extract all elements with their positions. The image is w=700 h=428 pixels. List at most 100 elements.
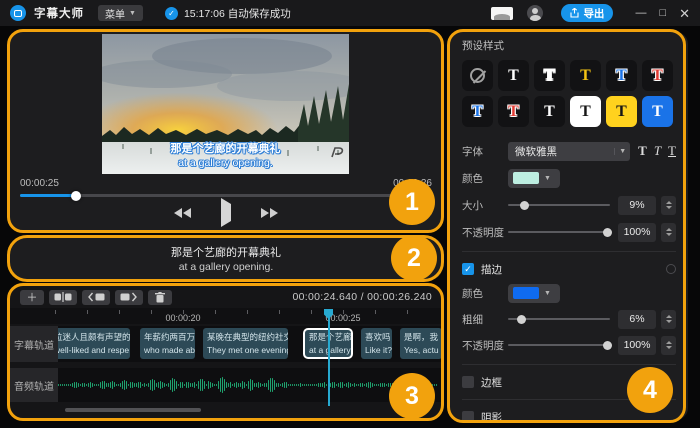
timeline-ruler[interactable]: 00:00:2000:00:25 bbox=[10, 308, 442, 324]
player-time-row: 00:00:25 00:03:26 bbox=[20, 178, 432, 189]
stroke-opacity-value[interactable]: 100% bbox=[618, 336, 656, 355]
opacity-label: 不透明度 bbox=[462, 225, 508, 240]
play-button[interactable] bbox=[221, 204, 231, 222]
preset-grid: TTTTTTTTTTT bbox=[462, 60, 676, 127]
subtitle-clip-1[interactable]: 位迷人且颇有声望的well-liked and respe bbox=[58, 328, 130, 359]
audio-waveform-area[interactable] bbox=[58, 368, 442, 402]
size-slider[interactable] bbox=[508, 204, 610, 206]
chevron-down-icon: ▼ bbox=[544, 175, 551, 182]
preset-style-10[interactable]: T bbox=[570, 96, 601, 127]
progress-thumb[interactable] bbox=[71, 191, 81, 201]
preset-T-glyph: T bbox=[652, 67, 663, 85]
preset-style-12[interactable]: T bbox=[642, 96, 673, 127]
opacity-slider[interactable] bbox=[508, 231, 610, 233]
reset-icon[interactable] bbox=[666, 264, 676, 274]
avatar-icon[interactable] bbox=[527, 5, 543, 21]
maximize-icon[interactable]: □ bbox=[659, 8, 666, 19]
waveform bbox=[58, 368, 442, 402]
minimize-icon[interactable]: — bbox=[635, 8, 646, 19]
export-button[interactable]: 导出 bbox=[561, 4, 613, 22]
delete-subtitle-button[interactable] bbox=[148, 290, 172, 305]
app-title: 字幕大师 bbox=[34, 5, 84, 21]
forward-button[interactable] bbox=[261, 208, 278, 218]
border-checkbox[interactable] bbox=[462, 376, 474, 388]
snapshot-icon[interactable] bbox=[491, 7, 513, 20]
size-label: 大小 bbox=[462, 198, 508, 213]
split-subtitle-button[interactable] bbox=[49, 290, 77, 305]
shadow-checkbox[interactable] bbox=[462, 411, 474, 420]
clip-text-en: Like it? bbox=[365, 344, 388, 356]
merge-next-icon bbox=[120, 292, 138, 302]
stroke-checkbox[interactable]: ✓ bbox=[462, 263, 474, 275]
autosave-check-icon: ✓ bbox=[165, 7, 178, 20]
subtitle-clip-6[interactable]: 是啊，我Yes, actu bbox=[400, 328, 442, 359]
preset-style-6[interactable]: T bbox=[642, 60, 673, 91]
preset-style-1[interactable] bbox=[462, 60, 493, 91]
subtitle-clip-5[interactable]: 喜欢吗Like it? bbox=[361, 328, 392, 359]
playhead-line bbox=[328, 310, 330, 406]
stroke-weight-thumb[interactable] bbox=[517, 315, 526, 324]
preset-T-glyph: T bbox=[580, 103, 591, 121]
preset-style-2[interactable]: T bbox=[498, 60, 529, 91]
ruler-tick bbox=[119, 310, 120, 314]
text-color-picker[interactable]: ▼ bbox=[508, 169, 560, 188]
opacity-stepper[interactable] bbox=[661, 223, 676, 242]
italic-icon[interactable]: T bbox=[654, 143, 661, 159]
add-subtitle-button[interactable]: ＋ bbox=[20, 290, 44, 305]
ruler-tick bbox=[55, 310, 56, 314]
clip-text-en: who made ab bbox=[144, 344, 191, 356]
video-preview[interactable]: 那是个艺廊的开幕典礼 at a gallery opening. bbox=[102, 34, 349, 174]
chevron-down-icon: ▼ bbox=[544, 290, 551, 297]
stroke-weight-label: 粗细 bbox=[462, 312, 508, 327]
shadow-label: 阴影 bbox=[481, 410, 502, 421]
border-label: 边框 bbox=[481, 375, 502, 390]
window-controls: — □ ✕ bbox=[635, 7, 690, 20]
merge-previous-button[interactable] bbox=[82, 290, 110, 305]
chevron-down-icon: ▼ bbox=[614, 148, 626, 155]
preset-style-5[interactable]: T bbox=[606, 60, 637, 91]
opacity-slider-thumb[interactable] bbox=[603, 228, 612, 237]
rewind-button[interactable] bbox=[174, 208, 191, 218]
app-logo-icon bbox=[10, 5, 26, 21]
preset-style-4[interactable]: T bbox=[570, 60, 601, 91]
size-stepper[interactable] bbox=[661, 196, 676, 215]
timeline-scrollbar[interactable] bbox=[65, 408, 201, 412]
clip-text-en: They met one evening bbox=[207, 344, 284, 356]
close-icon[interactable]: ✕ bbox=[679, 7, 690, 20]
subtitle-text-panel[interactable]: 那是个艺廊的开幕典礼 at a gallery opening. bbox=[10, 238, 442, 279]
split-icon bbox=[54, 292, 72, 302]
subtitle-editor-zh: 那是个艺廊的开幕典礼 bbox=[171, 244, 281, 260]
opacity-value[interactable]: 100% bbox=[618, 223, 656, 242]
fullscreen-icon[interactable] bbox=[420, 210, 432, 222]
subtitle-track: 字幕轨道 位迷人且颇有声望的well-liked and respe年薪约两百万… bbox=[10, 326, 442, 362]
stroke-opacity-stepper[interactable] bbox=[661, 336, 676, 355]
stroke-opacity-thumb[interactable] bbox=[603, 341, 612, 350]
bold-icon[interactable]: T bbox=[638, 143, 647, 159]
merge-next-button[interactable] bbox=[115, 290, 143, 305]
preset-T-glyph: T bbox=[544, 67, 555, 85]
total-time: 00:03:26 bbox=[393, 178, 432, 189]
stroke-weight-value[interactable]: 6% bbox=[618, 310, 656, 329]
stroke-opacity-slider[interactable] bbox=[508, 344, 610, 346]
preset-style-9[interactable]: T bbox=[534, 96, 565, 127]
underline-icon[interactable]: T bbox=[668, 143, 676, 159]
subtitle-clip-3[interactable]: 某晚在典型的纽约社交聚They met one evening bbox=[203, 328, 288, 359]
subtitle-clip-2[interactable]: 年薪约两百万who made ab bbox=[140, 328, 195, 359]
preset-style-11[interactable]: T bbox=[606, 96, 637, 127]
preset-style-3[interactable]: T bbox=[534, 60, 565, 91]
progress-fill bbox=[20, 194, 76, 197]
preset-style-8[interactable]: T bbox=[498, 96, 529, 127]
clip-text-en: well-liked and respe bbox=[58, 344, 126, 356]
preset-style-7[interactable]: T bbox=[462, 96, 493, 127]
stroke-weight-stepper[interactable] bbox=[661, 310, 676, 329]
size-slider-thumb[interactable] bbox=[520, 201, 529, 210]
stroke-color-picker[interactable]: ▼ bbox=[508, 284, 560, 303]
font-select[interactable]: 微软雅黑 ▼ bbox=[508, 142, 630, 161]
preset-T-glyph: T bbox=[616, 67, 627, 85]
subtitle-clips-area[interactable]: 位迷人且颇有声望的well-liked and respe 年薪约两百万who m… bbox=[58, 326, 442, 362]
progress-bar[interactable] bbox=[20, 194, 432, 197]
titlebar: 字幕大师 菜单 ▼ ✓ 15:17:06 自动保存成功 导出 — □ ✕ bbox=[0, 0, 700, 26]
menu-button[interactable]: 菜单 ▼ bbox=[98, 5, 143, 21]
stroke-weight-slider[interactable] bbox=[508, 318, 610, 320]
size-value[interactable]: 9% bbox=[618, 196, 656, 215]
